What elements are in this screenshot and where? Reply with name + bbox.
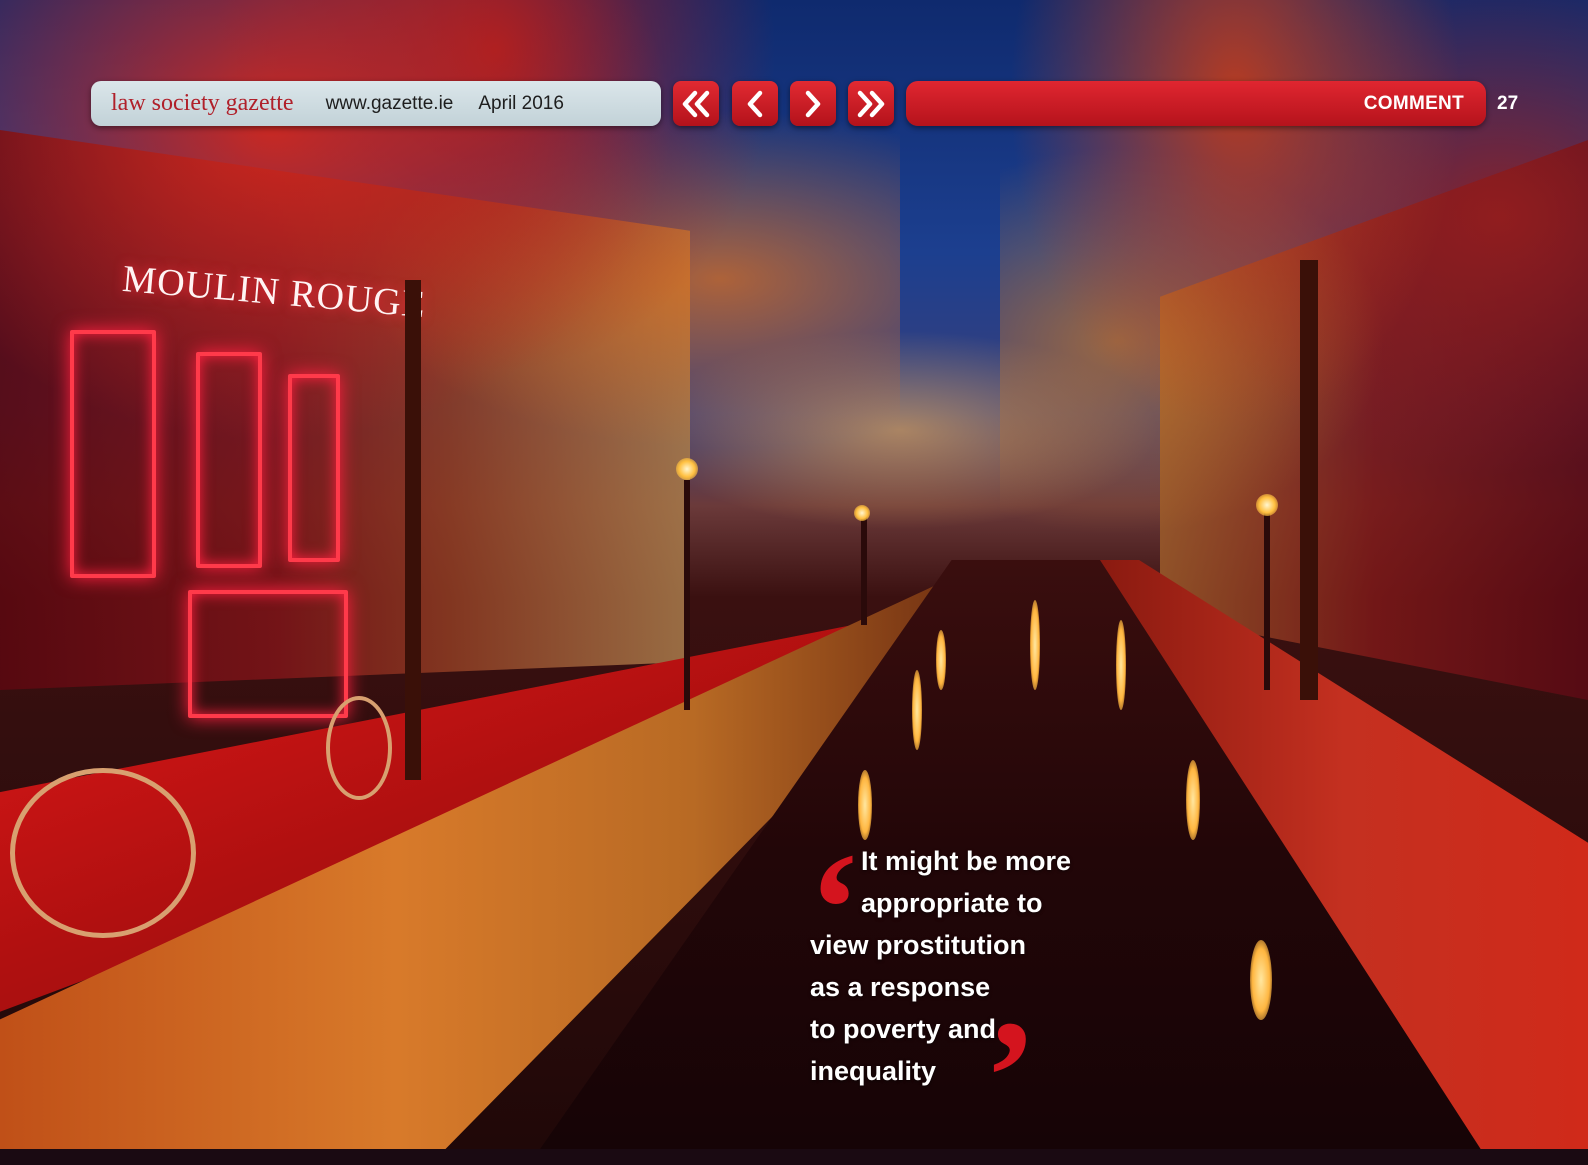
chevron-left-icon (747, 90, 763, 117)
website-link[interactable]: www.gazette.ie (326, 93, 454, 115)
close-quote-mark: ’ (984, 987, 1038, 1165)
bicycle-wheel (326, 696, 392, 800)
tree-trunk (1300, 260, 1318, 700)
chevron-right-icon (805, 90, 821, 117)
street-lamp (676, 458, 698, 480)
first-page-button[interactable] (673, 81, 719, 126)
light-reflection (1186, 760, 1200, 840)
neon-panel-3 (288, 374, 340, 562)
issue-date: April 2016 (478, 92, 564, 114)
light-reflection (1250, 940, 1272, 1020)
quote-line: inequality (810, 1056, 937, 1086)
double-chevron-right-icon (857, 90, 885, 117)
page-number: 27 (1497, 93, 1519, 114)
light-reflection (912, 670, 922, 750)
quote-line: appropriate to (861, 888, 1043, 918)
street-lamp (1256, 494, 1278, 516)
quote-line: as a response (810, 972, 991, 1002)
publication-title[interactable]: law society gazette (111, 90, 294, 117)
light-reflection (1116, 620, 1126, 710)
previous-page-button[interactable] (732, 81, 778, 126)
light-reflection (936, 630, 946, 690)
quote-line: It might be more (861, 846, 1072, 876)
neon-panel-2 (196, 352, 262, 568)
masthead-bar: law society gazette www.gazette.ie April… (91, 81, 661, 126)
quote-line: to poverty and (810, 1014, 997, 1044)
street-lamp (854, 505, 870, 521)
next-page-button[interactable] (790, 81, 836, 126)
quote-line: view prostitution (810, 930, 1026, 960)
neon-doorway (188, 590, 348, 718)
light-reflection (1030, 600, 1040, 690)
tree-trunk (405, 280, 421, 780)
last-page-button[interactable] (848, 81, 894, 126)
section-label: COMMENT (1363, 93, 1464, 114)
canal-night-photo: MOULIN ROUGE (0, 0, 1588, 1149)
double-chevron-left-icon (682, 90, 710, 117)
section-bar: COMMENT (906, 81, 1486, 126)
lamp-post (684, 480, 690, 710)
pull-quote: It might be more appropriate to view pro… (810, 840, 1140, 1092)
lamp-post (1264, 510, 1270, 690)
neon-panel-1 (70, 330, 156, 578)
lamp-post (861, 515, 867, 625)
bicycle-wheel (10, 768, 196, 938)
